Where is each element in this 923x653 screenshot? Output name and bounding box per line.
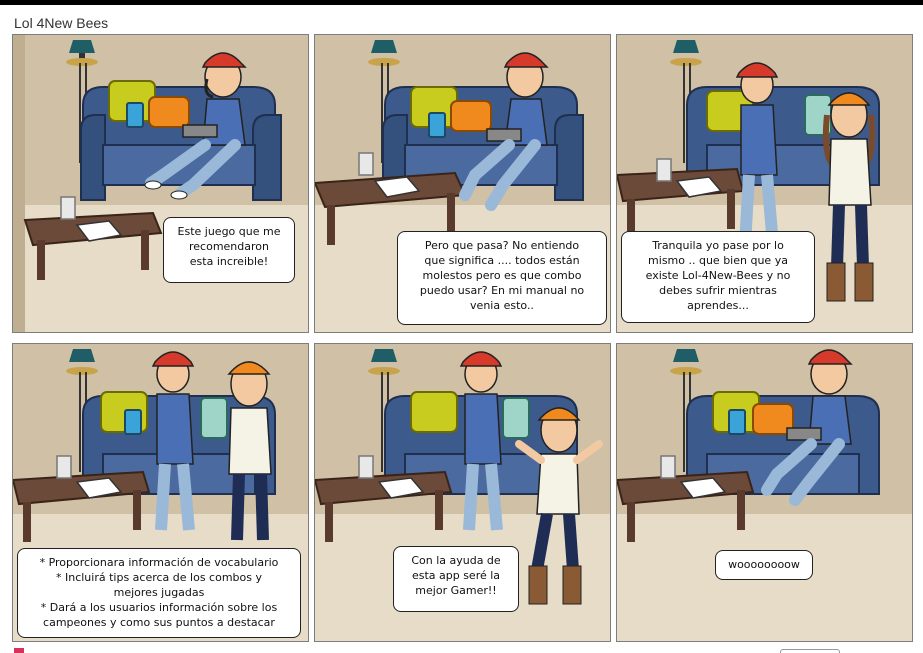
speech-bubble-2: Pero que pasa? No entiendo que significa… (397, 231, 607, 325)
page-title: Lol 4New Bees (14, 15, 109, 31)
top-bar (0, 0, 923, 5)
speech-bubble-5: Con la ayuda de esta app seré la mejor G… (393, 546, 519, 612)
living-room-scene (13, 35, 308, 332)
speech-bubble-4: * Proporcionara información de vocabular… (17, 548, 301, 638)
comic-panel-2: Pero que pasa? No entiendo que significa… (314, 34, 611, 333)
sofa-icon (80, 80, 282, 201)
comic-panel-4: * Proporcionara información de vocabular… (12, 343, 309, 642)
speech-bubble-3: Tranquila yo pase por lo mismo .. que bi… (621, 231, 815, 323)
brand-mark (14, 648, 24, 653)
living-room-scene (617, 344, 912, 641)
speech-bubble-6: woooooooow (715, 550, 813, 580)
comic-panel-5: Con la ayuda de esta app seré la mejor G… (314, 343, 611, 642)
speech-bubble-1: Este juego que me recomendaron esta incr… (163, 217, 295, 283)
comic-panel-6: woooooooow (616, 343, 913, 642)
comic-panel-1: Este juego que me recomendaron esta incr… (12, 34, 309, 333)
comic-panel-3: Tranquila yo pase por lo mismo .. que bi… (616, 34, 913, 333)
page-control[interactable] (780, 649, 840, 653)
